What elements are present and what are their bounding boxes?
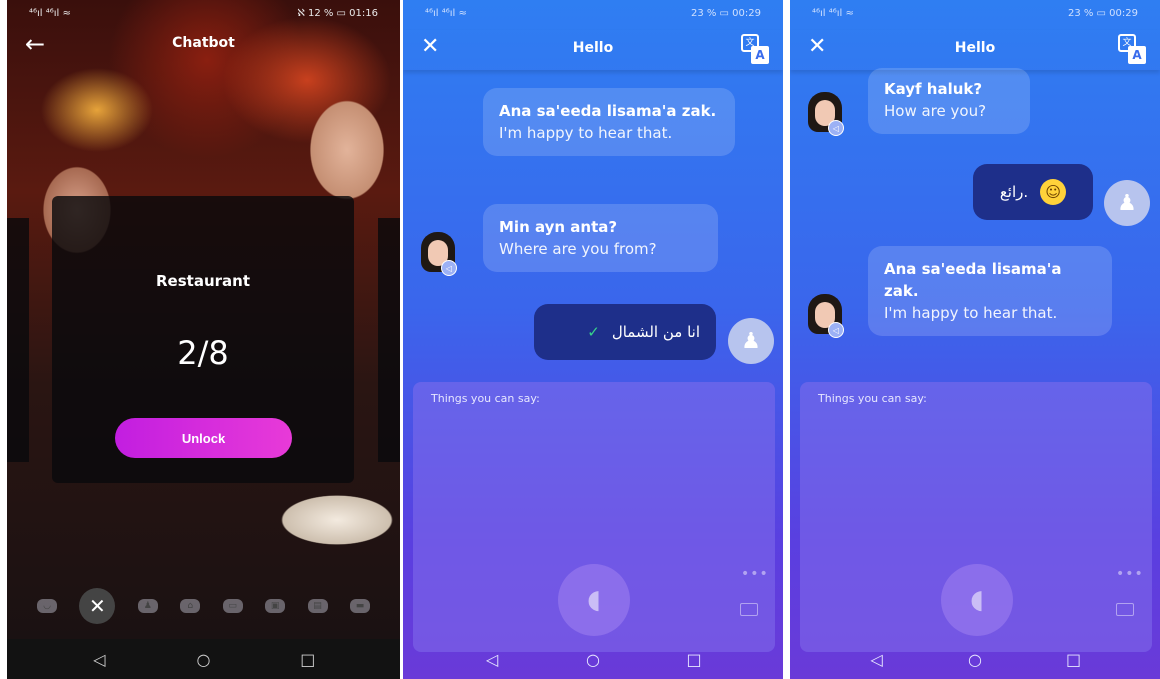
chat-screen-2: ⁴⁶ıl ⁴⁶ıl ≈ 23 % ▭ 00:29 ✕ Hello 文A ◁ Ka… [790, 0, 1160, 679]
more-options-icon[interactable]: ••• [1116, 566, 1144, 582]
message-translation: I'm happy to hear that. [499, 124, 673, 142]
card-icon[interactable]: ▭ [222, 599, 243, 613]
message-translation: Where are you from? [499, 240, 657, 258]
smiley-emoji-icon: ☺ [1040, 179, 1067, 205]
nav-back-icon[interactable]: ◁ [480, 650, 504, 669]
signal-indicator: ⁴⁶ıl ⁴⁶ıl ≈ [29, 7, 71, 19]
app-header: ← Chatbot [7, 30, 400, 60]
translate-icon[interactable]: 文A [1118, 34, 1148, 64]
battery-time: 23 % ▭ 00:29 [1067, 7, 1138, 19]
status-bar: ⁴⁶ıl ⁴⁶ıl ≈ 23 % ▭ 00:29 [790, 0, 1160, 26]
topic-title: Restaurant [156, 272, 250, 290]
system-navbar: ◁ ○ □ [790, 639, 1160, 679]
bot-message[interactable]: Kayf haluk? How are you? [868, 68, 1030, 134]
battery-time: 23 % ▭ 00:29 [690, 7, 761, 19]
chatbot-topic-screen: ⁴⁶ıl ⁴⁶ıl ≈ ℵ 12 % ▭ 01:16 ← Chatbot Res… [7, 0, 400, 679]
fork-knife-icon[interactable]: ✕ [79, 588, 116, 624]
topic-progress: 2/8 [177, 334, 229, 372]
chat-title: Hello [572, 40, 614, 56]
status-bar: ⁴⁶ıl ⁴⁶ıl ≈ 23 % ▭ 00:29 [403, 0, 783, 26]
bot-avatar[interactable]: ◁ [806, 294, 846, 340]
message-transliteration: Min ayn anta? [499, 218, 618, 236]
check-icon: ✓ [587, 323, 600, 341]
nav-back-icon[interactable]: ◁ [87, 650, 111, 669]
keyboard-icon[interactable] [740, 603, 758, 616]
user-avatar: ♟ [1104, 180, 1150, 226]
speaker-icon[interactable]: ◁ [828, 322, 844, 338]
message-transliteration: Ana sa'eeda lisama'a zak. [499, 102, 717, 120]
nav-home-icon[interactable]: ○ [192, 650, 216, 669]
chat-title: Hello [954, 40, 996, 56]
chat-header: ✕ Hello 文A [790, 30, 1160, 70]
bot-avatar[interactable]: ◁ [419, 232, 459, 278]
bot-avatar[interactable]: ◁ [806, 92, 846, 138]
message-translation: How are you? [884, 102, 987, 120]
person-icon[interactable]: ♟ [137, 599, 158, 613]
unlock-button[interactable]: Unlock [115, 418, 292, 458]
message-text: رائع. [999, 183, 1029, 201]
page-title: Chatbot [172, 35, 235, 51]
bot-message[interactable]: Ana sa'eeda lisama'a zak. I'm happy to h… [483, 88, 735, 156]
message-translation: I'm happy to hear that. [884, 304, 1058, 322]
suggestions-label: Things you can say: [431, 392, 540, 405]
keyboard-icon[interactable] [1116, 603, 1134, 616]
nav-recents-icon[interactable]: □ [1062, 650, 1086, 669]
chat-screen-1: ⁴⁶ıl ⁴⁶ıl ≈ 23 % ▭ 00:29 ✕ Hello 文A Ana … [403, 0, 783, 679]
user-message[interactable]: رائع. ☺ [973, 164, 1093, 220]
status-bar: ⁴⁶ıl ⁴⁶ıl ≈ ℵ 12 % ▭ 01:16 [7, 0, 400, 26]
topic-card: Restaurant 2/8 Unlock [52, 196, 354, 483]
nav-home-icon[interactable]: ○ [581, 650, 605, 669]
speaker-icon[interactable]: ◁ [828, 120, 844, 136]
user-avatar: ♟ [728, 318, 774, 364]
translate-icon[interactable]: 文A [741, 34, 771, 64]
speaker-icon[interactable]: ◁ [441, 260, 457, 276]
message-transliteration: Ana sa'eeda lisama'a zak. [884, 260, 1062, 300]
suggestions-panel: Things you can say: ◖ ••• [413, 382, 775, 652]
message-text: انا من الشمال [611, 323, 700, 341]
topic-selector: ◡ ✕ ♟ ⌂ ▭ ▣ ▤ ▬ [37, 588, 370, 624]
system-navbar: ◁ ○ □ [403, 639, 783, 679]
bot-message[interactable]: Ana sa'eeda lisama'a zak. I'm happy to h… [868, 246, 1112, 336]
battery-time: ℵ 12 % ▭ 01:16 [297, 7, 378, 19]
folder-icon[interactable]: ▤ [307, 599, 328, 613]
car-icon[interactable]: ▬ [349, 599, 370, 613]
signal-indicator: ⁴⁶ıl ⁴⁶ıl ≈ [425, 7, 467, 19]
next-topic-card[interactable] [378, 218, 400, 462]
microphone-icon[interactable]: ◖ [941, 564, 1013, 636]
suggestions-label: Things you can say: [818, 392, 927, 405]
nav-recents-icon[interactable]: □ [296, 650, 320, 669]
nav-back-icon[interactable]: ◁ [865, 650, 889, 669]
previous-topic-card[interactable] [7, 218, 29, 462]
nav-recents-icon[interactable]: □ [682, 650, 706, 669]
signal-indicator: ⁴⁶ıl ⁴⁶ıl ≈ [812, 7, 854, 19]
house-icon[interactable]: ⌂ [180, 599, 201, 613]
bag-icon[interactable]: ▣ [265, 599, 286, 613]
message-transliteration: Kayf haluk? [884, 80, 983, 98]
more-options-icon[interactable]: ••• [741, 566, 769, 582]
microphone-icon[interactable]: ◖ [558, 564, 630, 636]
chat-header: ✕ Hello 文A [403, 30, 783, 70]
user-message[interactable]: ✓ انا من الشمال [534, 304, 716, 360]
chat-icon[interactable]: ◡ [37, 599, 57, 613]
system-navbar: ◁ ○ □ [7, 639, 400, 679]
suggestions-panel: Things you can say: ◖ ••• [800, 382, 1152, 652]
nav-home-icon[interactable]: ○ [963, 650, 987, 669]
bot-message[interactable]: Min ayn anta? Where are you from? [483, 204, 718, 272]
